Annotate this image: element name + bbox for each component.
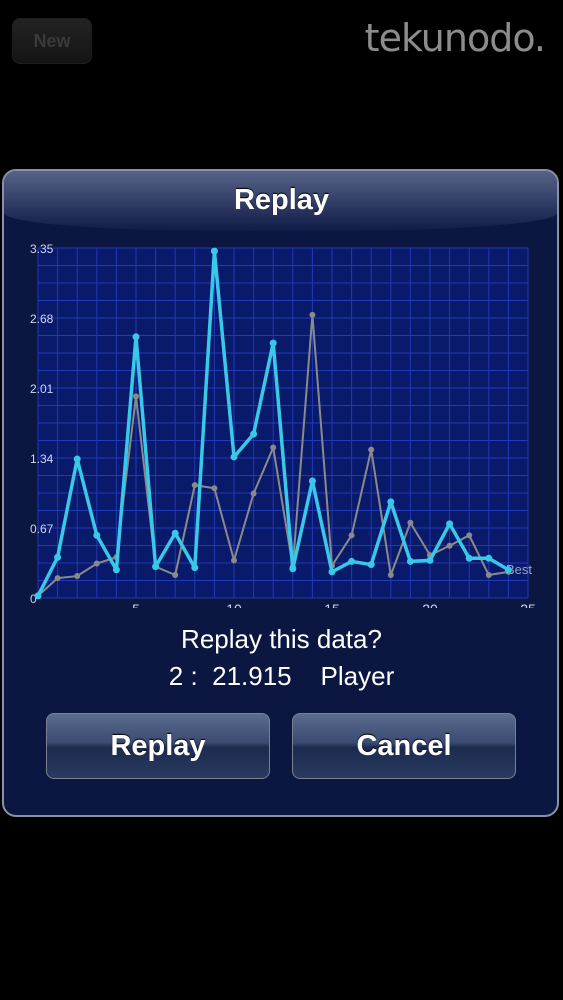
data-point-best [348,532,355,539]
y-tick-label: 3.35 [30,242,54,256]
data-point-player [152,563,160,571]
data-point-player [73,455,81,463]
data-point-best [466,532,473,539]
data-point-player [93,531,101,539]
data-point-player [485,554,493,562]
data-point-best [250,490,257,497]
data-point-player [426,556,434,564]
data-point-player [446,520,454,528]
data-point-best [387,572,394,579]
data-point-player [132,333,140,341]
data-point-best [172,572,179,579]
x-tick-label: 10 [226,601,242,608]
x-tick-label: 5 [132,601,140,608]
data-point-player [308,477,316,485]
x-tick-label: 15 [324,601,340,608]
data-point-player [465,554,473,562]
data-point-player [191,564,199,572]
replay-button[interactable]: Replay [46,713,270,779]
replay-chart: 00.671.342.012.683.35510152025Best [30,242,536,608]
data-point-best [133,393,139,400]
y-tick-label: 2.01 [30,382,54,396]
data-point-best [407,519,414,526]
data-point-player [328,568,336,576]
data-point-best [309,311,316,318]
tekunodo-logo: tekunodo. [364,16,546,60]
new-button[interactable]: New [12,18,92,64]
data-point-player [112,566,120,574]
data-point-best [485,572,492,579]
data-point-best [191,482,198,489]
data-point-player [230,453,238,461]
y-tick-label: 1.34 [30,452,54,466]
cancel-button[interactable]: Cancel [292,713,516,779]
data-point-best [270,444,277,451]
data-point-best [446,542,453,549]
data-point-player [269,339,277,347]
data-point-player [387,498,395,506]
data-point-player [367,561,375,569]
data-point-player [250,430,258,438]
data-point-best [93,560,100,567]
y-tick-label: 0.67 [30,522,54,536]
data-point-player [210,247,218,255]
data-point-player [406,557,414,565]
data-point-best [231,557,237,564]
data-point-player [171,529,179,537]
top-bar: New tekunodo. [0,0,563,80]
dialog-title: Replay [233,184,330,216]
data-point-best [211,485,218,492]
data-point-player [289,565,297,573]
x-tick-label: 25 [520,601,536,608]
replay-prompt: Replay this data? [181,624,382,654]
data-point-best [74,573,81,580]
data-point-player [348,557,356,565]
data-point-player [504,566,512,574]
replay-info: 2 : 21.915 Player [168,661,395,691]
data-point-best [54,575,61,582]
y-tick-label: 2.68 [30,312,54,326]
data-point-player [34,592,42,600]
data-point-player [54,553,62,561]
data-point-best [368,446,375,453]
x-tick-label: 20 [422,601,438,608]
